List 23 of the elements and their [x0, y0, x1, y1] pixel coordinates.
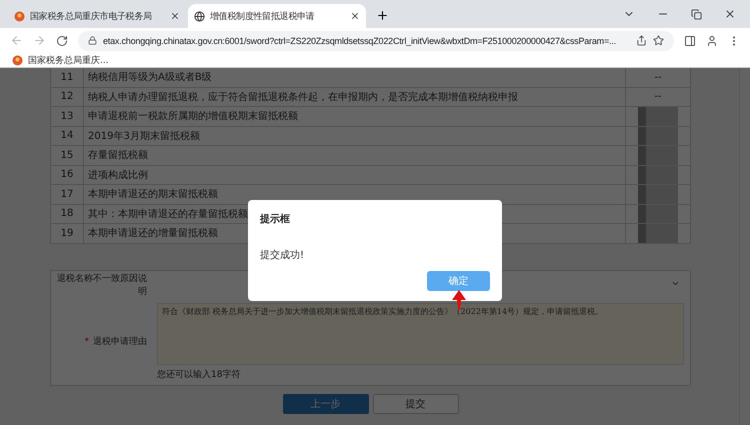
dialog-message: 提交成功!: [260, 248, 306, 262]
table-cell: 存量留抵税额: [84, 146, 626, 164]
required-mark: *: [84, 336, 89, 349]
table-cell: 2019年3月期末留抵税额: [84, 126, 626, 145]
table-cell: 16: [51, 166, 84, 184]
field-label: 退税申请理由: [93, 336, 147, 349]
field-label: 退税名称不一致原因说明: [56, 272, 148, 298]
table-cell: 15: [51, 146, 84, 164]
table-cell: --: [626, 88, 691, 106]
table-cell: 进项构成比例: [84, 166, 626, 184]
table-cell: 17: [51, 185, 84, 204]
table-cell: 18: [51, 204, 84, 223]
table-cell: 19: [51, 224, 84, 242]
table-cell: --: [626, 68, 691, 86]
table-cell: 12: [51, 88, 84, 106]
table-cell: 13: [51, 107, 84, 126]
table-cell: 纳税信用等级为A级或者B级: [84, 68, 626, 86]
table-cell: 纳税人申请办理留抵退税，应于符合留抵退税条件起，在申报期内，是否完成本期增值税纳税申报: [84, 88, 626, 106]
dialog-title: 提示框: [260, 212, 291, 226]
char-counter: 您还可以输入18字符: [157, 368, 242, 380]
table-cell: 11: [51, 68, 84, 86]
table-cell: 14: [51, 126, 84, 145]
table-cell: 申请退税前一税款所属期的增值税期末留抵税额: [84, 107, 626, 126]
